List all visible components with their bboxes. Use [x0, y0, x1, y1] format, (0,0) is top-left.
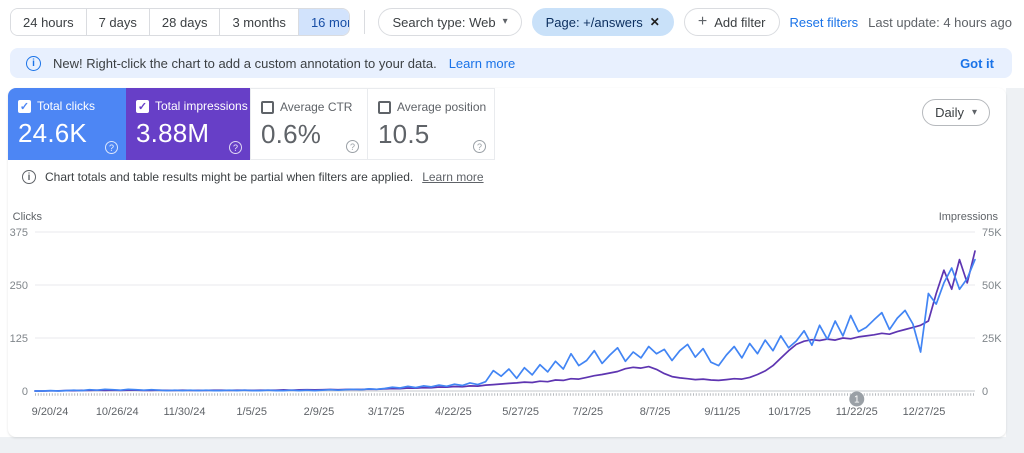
metric-label: Total impressions — [155, 99, 248, 113]
svg-text:1: 1 — [854, 395, 860, 406]
metric-card-impressions[interactable]: ✓ Total impressions 3.88M ? — [126, 88, 250, 160]
metric-card-ctr[interactable]: Average CTR 0.6% ? — [250, 88, 368, 160]
date-range-24-hours[interactable]: 24 hours — [11, 9, 86, 35]
page-background-gutter — [1006, 88, 1024, 437]
last-update-text: Last update: 4 hours ago — [868, 14, 1012, 30]
performance-chart[interactable]: 0 0 125 25K 250 50K 375 75K Clicks Impressions 9/2… — [8, 208, 1006, 437]
svg-text:8/7/25: 8/7/25 — [640, 406, 671, 418]
svg-text:1/5/25: 1/5/25 — [236, 406, 267, 418]
checkbox-checked-icon[interactable]: ✓ — [136, 99, 149, 113]
date-range-label: 24 hours — [23, 14, 74, 30]
checkbox-empty-icon[interactable] — [261, 100, 274, 114]
plus-icon: + — [697, 13, 708, 30]
svg-text:125: 125 — [10, 333, 28, 345]
help-icon[interactable]: ? — [229, 141, 242, 154]
info-icon: i — [26, 55, 41, 71]
reset-filters-link[interactable]: Reset filters — [790, 15, 859, 30]
partial-results-note: i Chart totals and table results might b… — [22, 170, 484, 184]
date-range-segmented-control: 24 hours 7 days 28 days 3 months 16 mont… — [10, 8, 350, 36]
svg-text:0: 0 — [22, 386, 28, 398]
svg-text:11/22/25: 11/22/25 — [836, 406, 878, 418]
chevron-down-icon: ▾ — [971, 106, 977, 118]
svg-text:375: 375 — [10, 227, 28, 239]
date-range-7-days[interactable]: 7 days — [85, 9, 149, 35]
help-icon[interactable]: ? — [473, 140, 486, 153]
svg-text:5/27/25: 5/27/25 — [502, 406, 539, 418]
checkbox-empty-icon[interactable] — [378, 100, 391, 114]
svg-text:0: 0 — [982, 386, 988, 398]
search-type-chip[interactable]: Search type: Web ▾ — [378, 8, 522, 36]
date-range-label: 16 months — [310, 14, 349, 30]
info-icon: i — [22, 170, 36, 184]
metric-card-position[interactable]: Average position 10.5 ? — [367, 88, 495, 160]
svg-text:10/26/24: 10/26/24 — [96, 406, 139, 418]
banner-text: New! Right-click the chart to add a cust… — [53, 55, 437, 71]
svg-text:7/2/25: 7/2/25 — [573, 406, 604, 418]
help-icon[interactable]: ? — [105, 141, 118, 154]
svg-text:Clicks: Clicks — [13, 211, 43, 223]
performance-panel: ✓ Total clicks 24.6K ? ✓ Total impressio… — [8, 88, 1006, 437]
close-icon[interactable]: ✕ — [650, 15, 660, 29]
help-icon[interactable]: ? — [346, 140, 359, 153]
page-filter-label: Page: +/answers — [545, 14, 643, 30]
svg-text:75K: 75K — [982, 227, 1002, 239]
search-type-label: Search type: Web — [392, 14, 496, 30]
add-filter-label: Add filter — [714, 14, 766, 30]
svg-text:12/27/25: 12/27/25 — [903, 406, 946, 418]
banner-learn-more-link[interactable]: Learn more — [449, 56, 515, 71]
granularity-label: Daily — [935, 105, 964, 120]
date-range-28-days[interactable]: 28 days — [148, 9, 220, 35]
date-range-3-months[interactable]: 3 months — [219, 9, 298, 35]
svg-text:4/22/25: 4/22/25 — [435, 406, 472, 418]
note-learn-more-link[interactable]: Learn more — [422, 170, 483, 184]
metric-label: Total clicks — [37, 99, 96, 113]
annotation-promo-banner: i New! Right-click the chart to add a cu… — [10, 48, 1012, 78]
svg-text:250: 250 — [10, 280, 28, 292]
add-filter-button[interactable]: + Add filter — [683, 8, 780, 36]
page-background-gutter-bottom — [0, 437, 1024, 453]
svg-text:9/11/25: 9/11/25 — [704, 406, 740, 418]
note-text: Chart totals and table results might be … — [45, 170, 414, 184]
search-console-performance-page: 24 hours 7 days 28 days 3 months 16 mont… — [0, 0, 1024, 453]
date-range-label: 28 days — [161, 14, 208, 30]
svg-text:9/20/24: 9/20/24 — [32, 406, 69, 418]
svg-text:50K: 50K — [982, 280, 1002, 292]
svg-text:Impressions: Impressions — [939, 211, 999, 223]
chevron-down-icon: ▾ — [502, 16, 508, 27]
page-filter-chip[interactable]: Page: +/answers ✕ — [531, 8, 674, 36]
svg-text:3/17/25: 3/17/25 — [368, 406, 405, 418]
metric-label: Average CTR — [280, 100, 353, 114]
granularity-dropdown[interactable]: Daily ▾ — [922, 99, 990, 126]
svg-text:2/9/25: 2/9/25 — [304, 406, 335, 418]
svg-text:11/30/24: 11/30/24 — [163, 406, 205, 418]
date-range-label: 7 days — [98, 14, 137, 30]
date-range-label: 3 months — [232, 14, 286, 30]
svg-text:10/17/25: 10/17/25 — [768, 406, 811, 418]
date-range-16-months[interactable]: 16 months ▾ — [297, 9, 349, 35]
got-it-button[interactable]: Got it — [960, 56, 994, 71]
filter-toolbar: 24 hours 7 days 28 days 3 months 16 mont… — [0, 0, 1024, 44]
metric-label: Average position — [397, 100, 487, 114]
metric-card-clicks[interactable]: ✓ Total clicks 24.6K ? — [8, 88, 126, 160]
toolbar-divider — [363, 10, 365, 34]
checkbox-checked-icon[interactable]: ✓ — [18, 99, 31, 113]
svg-text:25K: 25K — [982, 333, 1002, 345]
